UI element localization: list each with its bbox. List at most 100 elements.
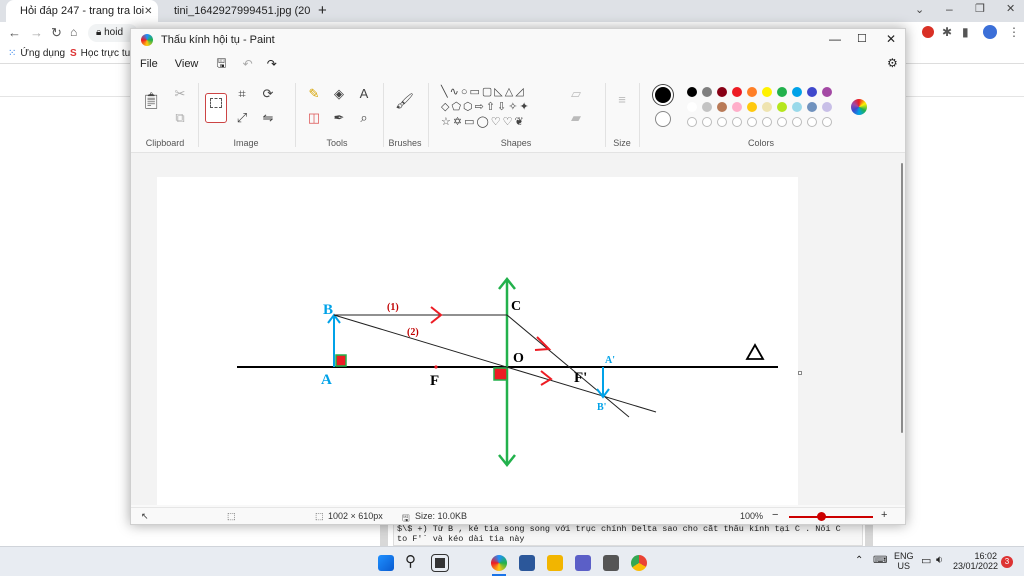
magnifier-icon[interactable]: ⌕ [355, 109, 373, 127]
notification-badge[interactable]: 3 [1001, 556, 1013, 568]
fill-shape-icon[interactable]: ▰ [567, 109, 585, 127]
zoom-out-icon[interactable]: − [772, 509, 778, 521]
palette-swatch[interactable] [807, 87, 817, 97]
palette-swatch[interactable] [717, 87, 727, 97]
size-icon[interactable]: ≡ [613, 91, 631, 109]
language-indicator[interactable]: ENG US [894, 551, 914, 571]
palette-swatch[interactable] [717, 117, 727, 127]
palette-swatch[interactable] [792, 117, 802, 127]
palette-swatch[interactable] [687, 87, 697, 97]
palette-swatch[interactable] [732, 87, 742, 97]
cut-icon[interactable]: ✂ [171, 85, 189, 103]
palette-swatch[interactable] [732, 117, 742, 127]
menu-file[interactable]: File [140, 58, 158, 70]
fill-icon[interactable]: ◈ [330, 85, 348, 103]
home-icon[interactable]: ⌂ [70, 25, 77, 39]
tab-hoidap[interactable]: Hỏi đáp 247 - trang tra loi ✕ [6, 0, 158, 22]
file-explorer-icon[interactable] [547, 555, 563, 571]
zoom-slider-thumb[interactable] [817, 512, 826, 521]
palette-swatch[interactable] [822, 87, 832, 97]
answer-editor[interactable]: $\$ +) Từ B , kẻ tia song song với trục … [393, 522, 863, 546]
rotate-icon[interactable]: ⟳ [259, 85, 277, 103]
clock[interactable]: 16:02 23/01/2022 [953, 551, 998, 571]
palette-swatch[interactable] [747, 87, 757, 97]
palette-swatch[interactable] [762, 117, 772, 127]
paste-icon[interactable]: 📋︎ [141, 93, 161, 111]
drawing-canvas[interactable]: B A C O F F' A' B' (1) (2) [157, 177, 798, 505]
task-view-icon[interactable] [431, 554, 449, 572]
menu-kebab-icon[interactable]: ⋮ [1008, 25, 1020, 39]
maximize-icon[interactable]: ☐ [857, 32, 867, 45]
reload-icon[interactable]: ↻ [51, 25, 62, 41]
color2-swatch[interactable] [655, 111, 671, 127]
paint-taskbar-icon[interactable] [491, 555, 507, 571]
search-icon[interactable]: ⚲ [405, 552, 416, 570]
palette-swatch[interactable] [702, 117, 712, 127]
outline-icon[interactable]: ▱ [567, 85, 585, 103]
new-tab-icon[interactable]: + [318, 2, 327, 19]
color-palette[interactable] [687, 87, 837, 131]
extension-icon[interactable] [922, 26, 934, 38]
monitor-icon[interactable]: ▭ [921, 554, 931, 567]
tab-search-icon[interactable]: ⌄ [915, 3, 924, 16]
palette-swatch[interactable] [792, 102, 802, 112]
palette-swatch[interactable] [702, 87, 712, 97]
flip-icon[interactable]: ⇋ [259, 109, 277, 127]
sidebar-icon[interactable]: ▮ [962, 25, 969, 39]
undo-icon[interactable]: ↶ [243, 57, 253, 71]
pencil-icon[interactable]: ✎ [305, 85, 323, 103]
color-picker-icon[interactable]: ✒ [330, 109, 348, 127]
shapes-gallery[interactable]: ╲∿○▭▢◺△◿ ◇⬠⬡⇨⇧⇩✧✦ ☆✡▭◯♡♡❦ [441, 85, 553, 131]
app-icon[interactable] [603, 555, 619, 571]
eraser-icon[interactable]: ◫ [305, 109, 323, 127]
bookmark-apps[interactable]: ⁙ Ứng dụng [8, 48, 65, 59]
text-icon[interactable]: A [355, 85, 373, 103]
brush-icon[interactable]: 🖌︎ [395, 93, 414, 111]
palette-swatch[interactable] [732, 102, 742, 112]
palette-swatch[interactable] [747, 102, 757, 112]
tray-chevron-icon[interactable]: ⌃ [855, 555, 863, 566]
palette-swatch[interactable] [762, 87, 772, 97]
zoom-in-icon[interactable]: + [881, 509, 887, 521]
palette-swatch[interactable] [702, 102, 712, 112]
close-tab-icon[interactable]: ✕ [144, 6, 152, 17]
chrome-icon[interactable] [631, 555, 647, 571]
crop-icon[interactable]: ⌗ [233, 85, 251, 103]
palette-swatch[interactable] [687, 102, 697, 112]
palette-swatch[interactable] [822, 117, 832, 127]
palette-swatch[interactable] [777, 102, 787, 112]
close-window-icon[interactable]: ✕ [1006, 2, 1015, 15]
palette-swatch[interactable] [717, 102, 727, 112]
zoom-slider-track[interactable] [789, 516, 873, 518]
palette-swatch[interactable] [822, 102, 832, 112]
palette-swatch[interactable] [747, 117, 757, 127]
canvas-resize-handle[interactable] [798, 371, 802, 375]
start-icon[interactable] [378, 555, 394, 571]
close-icon[interactable]: ✕ [886, 32, 896, 46]
word-icon[interactable] [519, 555, 535, 571]
minimize-icon[interactable]: — [829, 32, 841, 46]
redo-icon[interactable]: ↷ [267, 57, 277, 71]
profile-avatar[interactable] [983, 25, 997, 39]
keyboard-icon[interactable]: ⌨ [873, 555, 887, 566]
palette-swatch[interactable] [777, 87, 787, 97]
save-icon[interactable]: 🖫 [216, 54, 226, 75]
vertical-scrollbar[interactable] [901, 163, 903, 433]
tab-image[interactable]: tini_1642927999451.jpg (200×9… ✕ [160, 0, 310, 22]
resize-icon[interactable]: ⤢ [233, 109, 251, 127]
extensions-puzzle-icon[interactable]: ✱ [942, 25, 952, 39]
palette-swatch[interactable] [807, 117, 817, 127]
palette-swatch[interactable] [807, 102, 817, 112]
copy-icon[interactable]: ⧉ [171, 109, 189, 127]
teams-icon[interactable] [575, 555, 591, 571]
back-icon[interactable]: ← [8, 25, 21, 40]
palette-swatch[interactable] [792, 87, 802, 97]
palette-swatch[interactable] [687, 117, 697, 127]
palette-swatch[interactable] [762, 102, 772, 112]
color1-swatch[interactable] [653, 85, 673, 105]
forward-icon[interactable]: → [30, 25, 43, 40]
minimize-icon[interactable]: – [946, 2, 953, 16]
palette-swatch[interactable] [777, 117, 787, 127]
menu-view[interactable]: View [175, 58, 199, 70]
select-button[interactable] [205, 93, 227, 123]
